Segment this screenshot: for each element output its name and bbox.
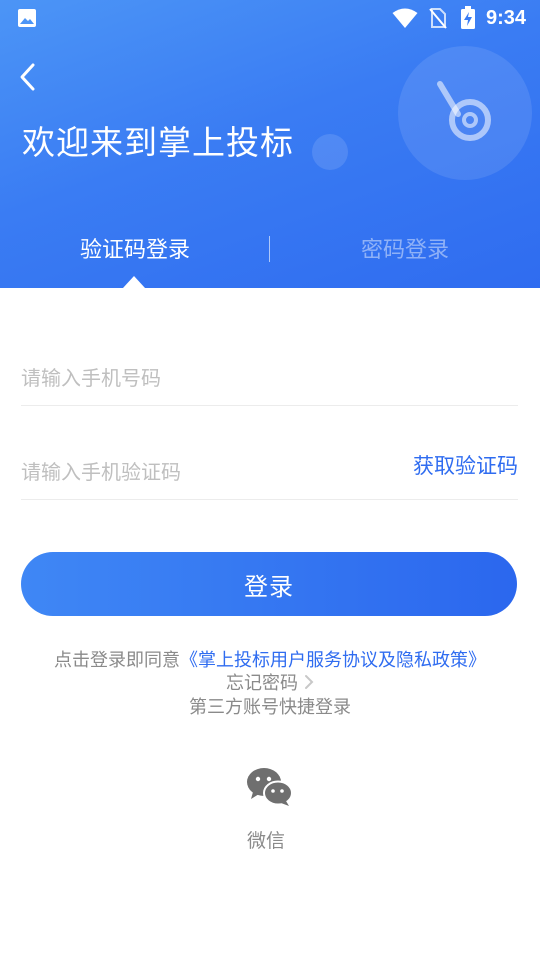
page-title: 欢迎来到掌上投标: [22, 123, 294, 162]
photo-icon: [18, 9, 36, 27]
wechat-label: 微信: [246, 830, 285, 852]
third-party-title: 第三方账号快捷登录: [189, 697, 351, 718]
login-button[interactable]: 登录: [21, 552, 517, 616]
wifi-icon: [392, 8, 418, 28]
forgot-password-label: 忘记密码: [226, 673, 298, 694]
status-time: 9:34: [486, 7, 527, 29]
header: 9:34 欢迎来到掌上投标 验证码登录 密码登录: [0, 0, 540, 288]
wechat-icon: [247, 768, 293, 806]
wechat-login-button[interactable]: 微信: [230, 762, 310, 862]
active-tab-indicator: [123, 276, 145, 288]
battery-charging-icon: [461, 6, 475, 29]
app-logo-icon: [437, 81, 491, 141]
phone-field: [21, 346, 518, 406]
tab-password-login[interactable]: 密码登录: [270, 232, 540, 264]
phone-input[interactable]: [21, 360, 401, 396]
no-sim-icon: [429, 8, 447, 29]
verification-code-input[interactable]: [21, 454, 401, 490]
tab-sms-login[interactable]: 验证码登录: [0, 232, 270, 264]
status-bar: 9:34: [0, 0, 540, 36]
forgot-password-link[interactable]: 忘记密码: [226, 669, 314, 695]
code-field: 获取验证码: [21, 440, 518, 500]
chevron-left-icon[interactable]: [14, 60, 44, 94]
decorative-bubble: [312, 134, 348, 170]
forgot-password-row: 忘记密码: [0, 669, 540, 695]
chevron-right-icon: [305, 675, 314, 689]
agreement-link[interactable]: 《掌上投标用户服务协议及隐私政策》: [180, 650, 486, 671]
get-code-button[interactable]: 获取验证码: [413, 450, 518, 480]
agreement-prefix: 点击登录即同意: [54, 650, 180, 671]
